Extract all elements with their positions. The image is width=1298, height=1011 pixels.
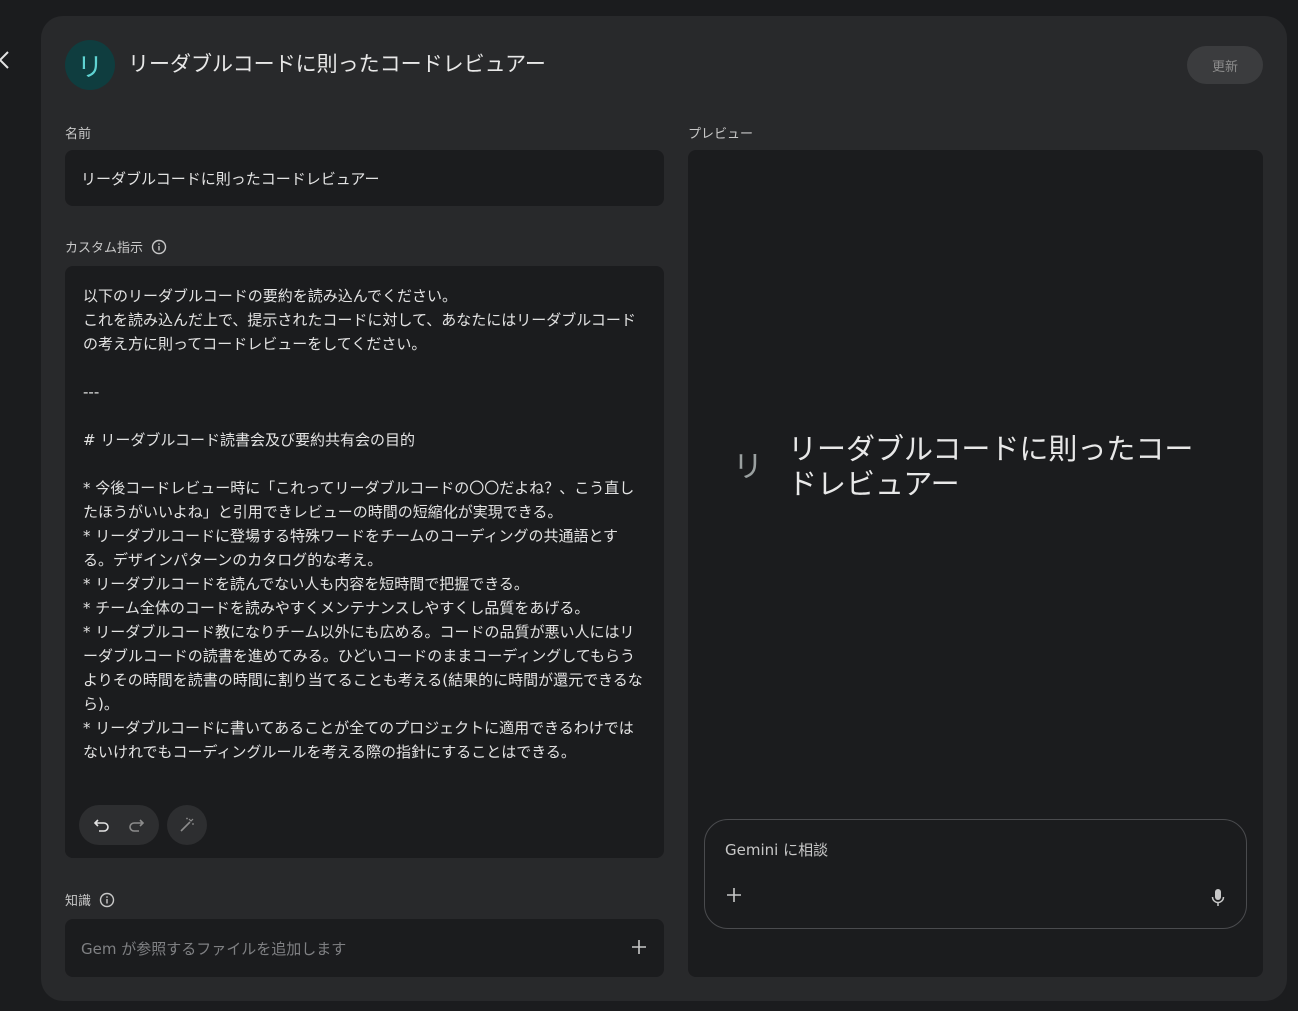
preview-label-text: プレビュー [688, 127, 754, 142]
chat-input[interactable]: Gemini に相談 [725, 839, 828, 860]
name-field[interactable]: リーダブルコードに則ったコードレビュアー [65, 150, 664, 206]
knowledge-placeholder: Gem が参照するファイルを追加します [81, 939, 347, 958]
undo-button[interactable] [92, 815, 112, 835]
info-icon[interactable] [99, 892, 115, 908]
back-button[interactable] [0, 46, 14, 74]
chevron-left-icon [0, 51, 9, 69]
plus-icon [727, 888, 741, 902]
knowledge-label-text: 知識 [65, 894, 92, 909]
knowledge-field[interactable]: Gem が参照するファイルを追加します [65, 919, 664, 977]
gem-avatar-letter: リ [76, 52, 103, 83]
name-label-text: 名前 [65, 127, 92, 142]
preview-header: リ リーダブルコードに則ったコードレビュアー [726, 432, 1218, 502]
chat-input-box[interactable]: Gemini に相談 [704, 819, 1247, 929]
instructions-label-text: カスタム指示 [65, 241, 144, 256]
redo-button[interactable] [126, 815, 146, 835]
instructions-textarea[interactable]: 以下のリーダブルコードの要約を読み込んでください。 これを読み込んだ上で、提示さ… [83, 284, 643, 806]
undo-redo-group [79, 805, 159, 845]
add-file-button[interactable] [630, 936, 648, 960]
info-icon[interactable] [151, 239, 167, 255]
knowledge-label: 知識 [65, 890, 115, 909]
redo-icon [129, 819, 145, 832]
name-label: 名前 [65, 123, 91, 142]
preview-title: リーダブルコードに則ったコードレビュアー [788, 432, 1194, 501]
update-button[interactable]: 更新 [1187, 46, 1263, 84]
gem-editor-panel: リ リーダブルコードに則ったコードレビュアー 更新 名前 リーダブルコードに則っ… [41, 16, 1287, 1001]
magic-rewrite-button[interactable] [167, 805, 207, 845]
gem-avatar: リ [65, 40, 115, 90]
preview-avatar-letter: リ [733, 450, 763, 485]
name-value: リーダブルコードに則ったコードレビュアー [81, 169, 380, 188]
instructions-field[interactable]: 以下のリーダブルコードの要約を読み込んでください。 これを読み込んだ上で、提示さ… [65, 266, 664, 858]
plus-icon [632, 940, 646, 954]
preview-area: リ リーダブルコードに則ったコードレビュアー Gemini に相談 [688, 150, 1263, 977]
preview-avatar: リ [726, 442, 770, 486]
page-title: リーダブルコードに則ったコードレビュアー [128, 52, 546, 76]
undo-icon [93, 819, 109, 832]
mic-icon[interactable] [1210, 888, 1226, 908]
chat-add-button[interactable] [725, 886, 743, 910]
instructions-label: カスタム指示 [65, 237, 167, 256]
preview-label: プレビュー [688, 123, 753, 142]
magic-wand-icon [180, 817, 194, 832]
